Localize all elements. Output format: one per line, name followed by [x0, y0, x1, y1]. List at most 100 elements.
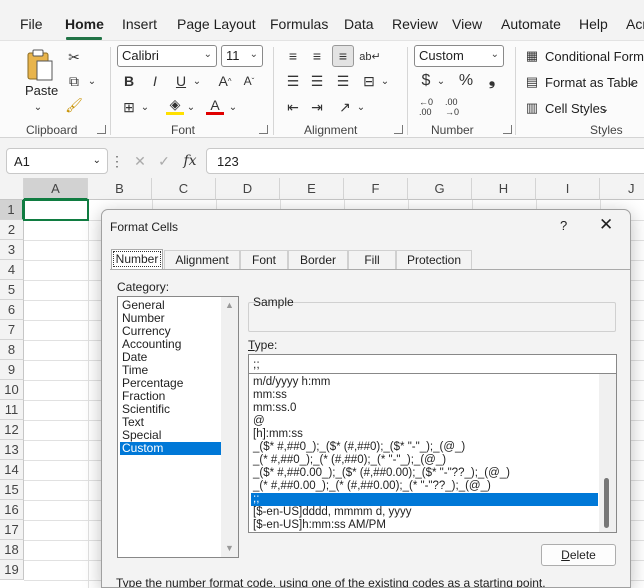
- scrollbar-thumb[interactable]: [604, 478, 609, 528]
- chevron-down-icon[interactable]: ⌄: [356, 100, 366, 114]
- align-middle-icon[interactable]: ≡: [308, 47, 326, 65]
- format-item[interactable]: mm:ss.0: [251, 402, 598, 415]
- menu-view[interactable]: View: [452, 16, 482, 32]
- underline-icon[interactable]: U: [172, 72, 190, 90]
- tab-border[interactable]: Border: [288, 250, 348, 269]
- tab-fill[interactable]: Fill: [348, 250, 396, 269]
- chevron-down-icon[interactable]: ⌄: [86, 73, 98, 89]
- bold-icon[interactable]: B: [120, 72, 138, 90]
- chevron-down-icon[interactable]: ⌄: [380, 74, 390, 88]
- scrollbar[interactable]: [599, 374, 616, 532]
- chevron-down-icon[interactable]: ⌄: [140, 100, 150, 114]
- wrap-text-icon[interactable]: ab↵: [359, 47, 380, 65]
- dialog-launcher-icon[interactable]: [394, 125, 403, 134]
- category-list[interactable]: General Number Currency Accounting Date …: [117, 296, 239, 558]
- row-header[interactable]: 9: [0, 360, 24, 380]
- format-painter-icon[interactable]: 🖌: [64, 95, 84, 115]
- row-header[interactable]: 3: [0, 240, 24, 260]
- chevron-down-icon[interactable]: ⌄: [28, 101, 48, 113]
- number-format-select[interactable]: Custom ⌄: [414, 45, 504, 67]
- select-all-corner[interactable]: [0, 178, 24, 200]
- row-header[interactable]: 16: [0, 500, 24, 520]
- category-item-selected[interactable]: Custom: [120, 442, 221, 455]
- format-item-selected[interactable]: ;;: [251, 493, 598, 506]
- row-header[interactable]: 15: [0, 480, 24, 500]
- cancel-icon[interactable]: ✕: [131, 152, 149, 170]
- more-options-icon[interactable]: ⋮: [110, 152, 124, 170]
- row-header[interactable]: 10: [0, 380, 24, 400]
- align-bottom-icon[interactable]: ≡: [332, 45, 354, 67]
- insert-function-icon[interactable]: fx: [180, 151, 200, 171]
- fill-color-icon[interactable]: ◈: [166, 96, 184, 115]
- format-item[interactable]: _($* #,##0_);_($* (#,##0);_($* "-"_);_(@…: [251, 441, 598, 454]
- menu-file[interactable]: File: [20, 16, 43, 32]
- align-top-icon[interactable]: ≡: [284, 47, 302, 65]
- decrease-font-icon[interactable]: Aˇ: [240, 72, 258, 90]
- percent-icon[interactable]: %: [456, 71, 476, 91]
- font-color-icon[interactable]: A: [206, 97, 224, 115]
- row-header[interactable]: 17: [0, 520, 24, 540]
- increase-font-icon[interactable]: A ^: [216, 72, 234, 90]
- paste-icon[interactable]: [24, 47, 56, 83]
- row-header[interactable]: 13: [0, 440, 24, 460]
- increase-decimal-icon[interactable]: ←0.00: [416, 97, 436, 117]
- dialog-launcher-icon[interactable]: [97, 125, 106, 134]
- format-item[interactable]: m/d/yyyy h:mm: [251, 376, 598, 389]
- italic-icon[interactable]: I: [146, 72, 164, 90]
- close-icon[interactable]: ✕: [599, 215, 613, 235]
- font-size-select[interactable]: 11 ⌄: [221, 45, 263, 67]
- align-center-icon[interactable]: ☰: [308, 72, 326, 90]
- format-item[interactable]: mm:ss: [251, 389, 598, 402]
- row-header[interactable]: 7: [0, 320, 24, 340]
- row-header[interactable]: 5: [0, 280, 24, 300]
- dialog-launcher-icon[interactable]: [503, 125, 512, 134]
- increase-indent-icon[interactable]: ⇥: [308, 98, 326, 116]
- chevron-down-icon[interactable]: ⌄: [192, 74, 202, 88]
- menu-automate[interactable]: Automate: [501, 16, 561, 32]
- tab-font[interactable]: Font: [240, 250, 288, 269]
- format-as-table-button[interactable]: Format as Table: [545, 75, 638, 90]
- chevron-down-icon[interactable]: ⌄: [627, 76, 637, 90]
- selected-cell-a1[interactable]: [23, 199, 89, 221]
- delete-button[interactable]: Delete: [541, 544, 616, 566]
- format-item[interactable]: _(* #,##0_);_(* (#,##0);_(* "-"_);_(@_): [251, 454, 598, 467]
- row-header[interactable]: 11: [0, 400, 24, 420]
- chevron-down-icon[interactable]: ⌄: [600, 102, 610, 116]
- row-header[interactable]: 1: [0, 200, 24, 220]
- dialog-launcher-icon[interactable]: [259, 125, 268, 134]
- chevron-down-icon[interactable]: ⌄: [436, 74, 446, 88]
- column-header[interactable]: G: [408, 178, 472, 200]
- menu-insert[interactable]: Insert: [122, 16, 157, 32]
- scroll-down-icon[interactable]: ▼: [225, 543, 234, 553]
- row-header[interactable]: 4: [0, 260, 24, 280]
- enter-icon[interactable]: ✓: [155, 152, 173, 170]
- format-item[interactable]: _(* #,##0.00_);_(* (#,##0.00);_(* "-"??_…: [251, 480, 598, 493]
- align-right-icon[interactable]: ☰: [334, 72, 352, 90]
- font-name-select[interactable]: Calibri ⌄: [117, 45, 217, 67]
- format-item[interactable]: [h]:mm:ss: [251, 428, 598, 441]
- formula-input[interactable]: 123: [206, 148, 644, 174]
- cut-icon[interactable]: ✂: [64, 47, 84, 67]
- chevron-down-icon[interactable]: ⌄: [228, 100, 238, 114]
- column-header[interactable]: D: [216, 178, 280, 200]
- menu-acrobat[interactable]: Acr: [626, 16, 644, 32]
- copy-icon[interactable]: ⧉: [64, 71, 84, 91]
- format-item[interactable]: [$-en-US]dddd, mmmm d, yyyy: [251, 506, 598, 519]
- scrollbar[interactable]: ▲ ▼: [221, 297, 238, 557]
- cell-styles-button[interactable]: Cell Styles: [545, 101, 606, 116]
- format-code-list[interactable]: m/d/yyyy h:mm mm:ss mm:ss.0 @ [h]:mm:ss …: [248, 374, 617, 533]
- column-header[interactable]: J: [600, 178, 644, 200]
- column-header[interactable]: I: [536, 178, 600, 200]
- conditional-formatting-icon[interactable]: ▦: [524, 48, 540, 64]
- borders-icon[interactable]: ⊞: [120, 98, 138, 116]
- row-header[interactable]: 2: [0, 220, 24, 240]
- paste-label[interactable]: Paste: [25, 83, 58, 98]
- name-box[interactable]: A1 ⌄: [6, 148, 108, 174]
- decrease-decimal-icon[interactable]: .00 →0: [442, 97, 462, 117]
- column-header[interactable]: B: [88, 178, 152, 200]
- format-as-table-icon[interactable]: ▤: [524, 74, 540, 90]
- comma-style-icon[interactable]: ❟: [484, 71, 500, 91]
- decrease-indent-icon[interactable]: ⇤: [284, 98, 302, 116]
- type-input[interactable]: ;;: [248, 354, 617, 374]
- column-header[interactable]: H: [472, 178, 536, 200]
